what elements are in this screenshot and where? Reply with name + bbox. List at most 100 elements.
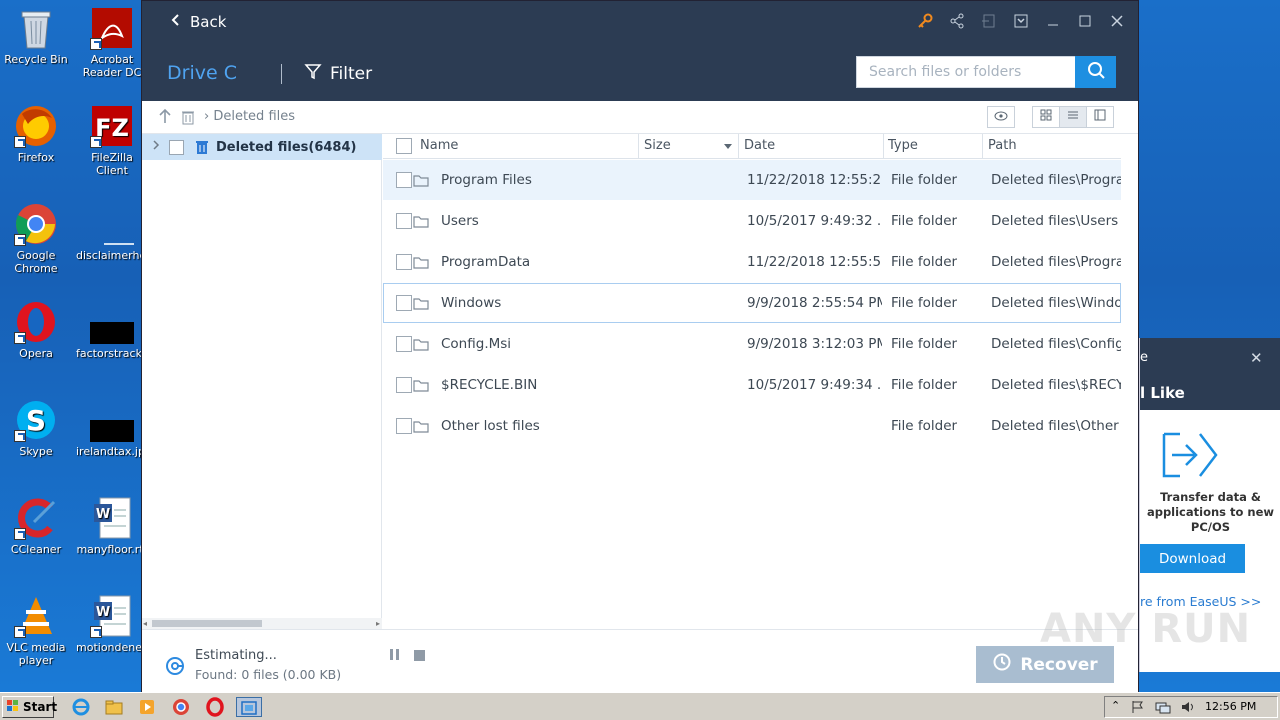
table-row[interactable]: Windows 9/9/2018 2:55:54 PM File folder … <box>383 283 1121 323</box>
detail-view-button[interactable] <box>1086 106 1114 128</box>
sort-down-icon[interactable] <box>723 140 733 155</box>
desktop-icon-irelandtax[interactable]: irelandtax.jpg <box>76 398 152 458</box>
ie-icon[interactable] <box>71 697 91 717</box>
media-player-icon[interactable] <box>137 697 157 717</box>
file-icon <box>90 202 134 246</box>
grid-view-button[interactable] <box>1032 106 1060 128</box>
up-arrow-icon[interactable] <box>158 108 172 128</box>
desktop-icon-chrome[interactable]: Google Chrome <box>0 202 72 275</box>
cell-date: 9/9/2018 2:55:54 PM <box>747 295 882 311</box>
tree-checkbox[interactable] <box>169 140 184 155</box>
title-bar: Back <box>142 1 1138 44</box>
search-input[interactable] <box>856 56 1076 88</box>
grid-icon <box>1040 109 1052 125</box>
column-header-name[interactable]: Name <box>420 138 458 153</box>
desktop-icon-manyfloor[interactable]: W manyfloor.rtf <box>76 496 148 556</box>
export-icon[interactable] <box>980 13 998 31</box>
table-row[interactable]: Program Files 11/22/2018 12:55:2... File… <box>383 160 1121 200</box>
list-view-button[interactable] <box>1059 106 1087 128</box>
easeus-taskbar-icon[interactable] <box>236 697 262 717</box>
svg-text:W: W <box>96 507 110 522</box>
column-header-size[interactable]: Size <box>644 138 671 153</box>
column-header-type[interactable]: Type <box>888 138 918 153</box>
breadcrumb[interactable]: › Deleted files <box>204 109 295 124</box>
desktop-icon-disclaimer[interactable]: disclaimerhe... <box>76 202 157 262</box>
breadcrumb-item[interactable]: Deleted files <box>213 109 295 124</box>
promo-download-button[interactable]: Download <box>1140 544 1245 573</box>
promo-close-icon[interactable]: ✕ <box>1250 349 1263 367</box>
desktop-icon-recycle-bin[interactable]: Recycle Bin <box>0 6 72 66</box>
desktop-icon-factorstrack[interactable]: factorstrack... <box>76 300 153 360</box>
desktop-icon-ccleaner[interactable]: CCleaner <box>0 496 72 556</box>
eye-icon <box>994 110 1008 125</box>
scrollbar-thumb[interactable] <box>152 620 262 627</box>
close-icon[interactable] <box>1108 13 1126 31</box>
desktop-icon-motiondener[interactable]: W motiondener... <box>76 594 156 654</box>
row-checkbox[interactable] <box>396 336 412 352</box>
toolbar-header: Drive C Filter <box>142 44 1138 101</box>
folder-icon <box>413 378 429 396</box>
row-checkbox[interactable] <box>396 418 412 434</box>
desktop-icon-firefox[interactable]: Firefox <box>0 104 72 164</box>
row-checkbox[interactable] <box>396 213 412 229</box>
cell-name: Users <box>441 213 479 229</box>
share-icon[interactable] <box>948 13 966 31</box>
svg-text:S: S <box>26 404 46 437</box>
breadcrumb-bar: › Deleted files <box>142 101 1138 134</box>
table-row[interactable]: ProgramData 11/22/2018 12:55:5... File f… <box>383 242 1121 282</box>
row-checkbox[interactable] <box>396 172 412 188</box>
table-row[interactable]: Users 10/5/2017 9:49:32 ... File folder … <box>383 201 1121 241</box>
desktop-icon-vlc[interactable]: VLC media player <box>0 594 72 667</box>
dropdown-menu-icon[interactable] <box>1012 13 1030 31</box>
preview-button[interactable] <box>987 106 1015 128</box>
flag-icon[interactable] <box>1131 700 1145 718</box>
desktop-icon-label: factorstrack... <box>76 347 153 360</box>
back-button[interactable]: Back <box>170 13 226 31</box>
minimize-icon[interactable] <box>1044 13 1062 31</box>
volume-icon[interactable] <box>1181 700 1195 718</box>
chevron-right-icon[interactable] <box>152 139 160 154</box>
folder-icon <box>413 419 429 437</box>
explorer-icon[interactable] <box>104 697 124 717</box>
promo-title: e <box>1140 350 1148 365</box>
cell-type: File folder <box>891 295 958 311</box>
desktop-icon-label: Google Chrome <box>14 249 58 275</box>
row-checkbox[interactable] <box>396 254 412 270</box>
table-row[interactable]: Other lost files File folder Deleted fil… <box>383 406 1121 446</box>
maximize-icon[interactable] <box>1076 13 1094 31</box>
list-header: Name Size Date Type Path <box>383 134 1121 159</box>
column-header-path[interactable]: Path <box>988 138 1017 153</box>
table-row[interactable]: $RECYCLE.BIN 10/5/2017 9:49:34 ... File … <box>383 365 1121 405</box>
stop-icon[interactable] <box>414 650 425 661</box>
tree-horizontal-scrollbar[interactable]: ◂ ▸ <box>142 618 382 629</box>
cell-path: Deleted files\Other l... <box>991 418 1121 434</box>
start-button[interactable]: Start <box>2 696 57 718</box>
pause-icon[interactable] <box>389 648 401 666</box>
ccleaner-icon <box>14 496 58 540</box>
column-header-date[interactable]: Date <box>744 138 775 153</box>
select-all-checkbox[interactable] <box>396 138 412 154</box>
chevron-left-icon <box>170 13 180 31</box>
key-icon[interactable] <box>916 13 934 31</box>
row-checkbox[interactable] <box>396 295 412 311</box>
desktop-icon-filezilla[interactable]: FZ FileZilla Client <box>76 104 148 177</box>
network-icon[interactable] <box>1155 700 1171 718</box>
tray-expand-icon[interactable]: ⌃ <box>1111 699 1120 712</box>
row-checkbox[interactable] <box>396 377 412 393</box>
tree-item-deleted-files[interactable]: Deleted files(6484) <box>142 134 382 160</box>
table-row[interactable]: Config.Msi 9/9/2018 3:12:03 PM File fold… <box>383 324 1121 364</box>
cell-path: Deleted files\Windo... <box>991 295 1120 311</box>
chrome-taskbar-icon[interactable] <box>171 697 191 717</box>
desktop-icon-acrobat[interactable]: Acrobat Reader DC <box>76 6 148 79</box>
desktop-icon-label: manyfloor.rtf <box>76 543 148 556</box>
cell-type: File folder <box>891 377 958 393</box>
desktop-icon-opera[interactable]: Opera <box>0 300 72 360</box>
header-divider <box>281 64 282 84</box>
cell-name: Config.Msi <box>441 336 512 352</box>
folder-icon <box>413 173 429 191</box>
desktop-icon-skype[interactable]: S Skype <box>0 398 72 458</box>
filter-button[interactable]: Filter <box>304 62 372 85</box>
opera-taskbar-icon[interactable] <box>205 697 225 717</box>
svg-text:W: W <box>96 605 110 620</box>
search-button[interactable] <box>1075 56 1116 88</box>
